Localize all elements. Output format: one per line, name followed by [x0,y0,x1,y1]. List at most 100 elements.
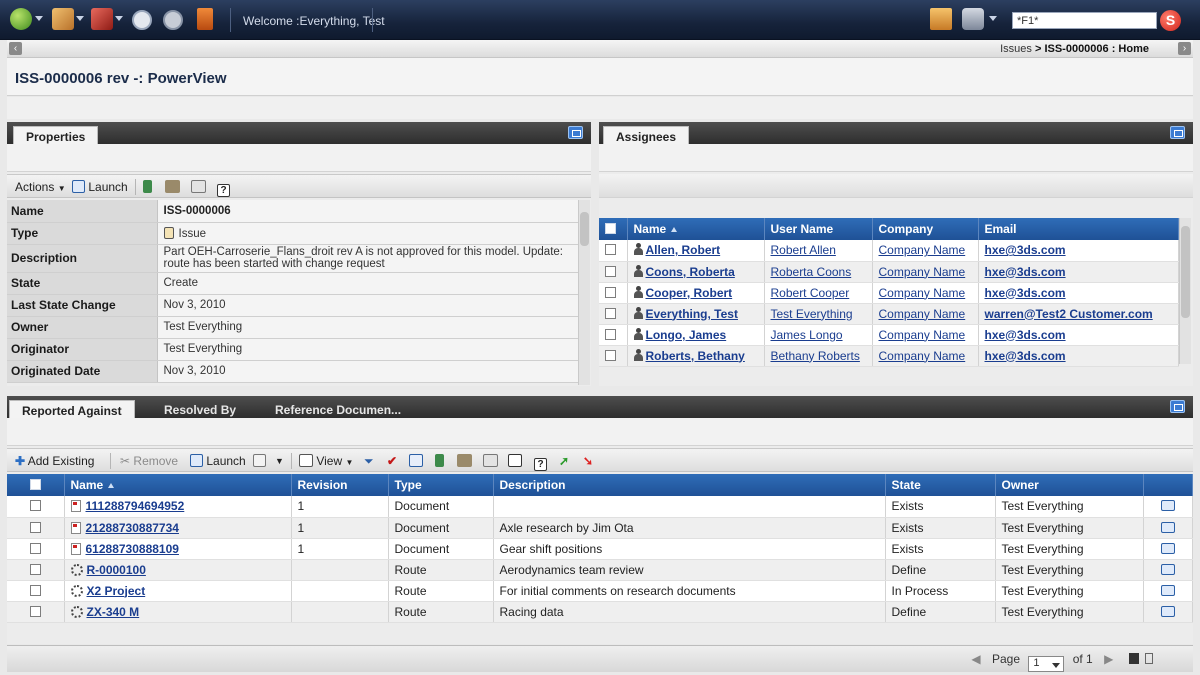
multi-view-icon[interactable] [1145,653,1153,664]
company-link[interactable]: Company Name [879,328,966,342]
chevron-down-icon[interactable] [35,16,43,21]
single-view-icon[interactable] [1128,653,1139,664]
open-window-icon[interactable] [1160,542,1175,554]
row-checkbox[interactable] [605,286,616,298]
column-header-company[interactable]: Company [872,218,979,240]
row-checkbox[interactable] [30,500,41,512]
row-checkbox[interactable] [605,244,616,256]
tab-assignees[interactable]: Assignees [603,126,690,144]
open-window-icon[interactable] [1160,500,1175,512]
binoculars-icon[interactable] [962,8,984,30]
assignees-scrollbar[interactable] [1179,218,1191,364]
tools-icon[interactable] [52,8,74,30]
row-checkbox[interactable] [605,349,616,361]
scrollbar-thumb[interactable] [580,212,589,246]
chevron-down-icon[interactable] [989,16,997,21]
username-link[interactable]: James Longo [771,328,843,342]
column-header-state[interactable]: State [885,474,996,496]
email-link[interactable]: warren@Test2 Customer.com [985,307,1153,321]
export-icon[interactable] [191,180,206,194]
row-checkbox[interactable] [30,521,41,533]
previous-page-icon[interactable]: ◀ [971,652,980,666]
next-page-icon[interactable]: ▶ [1104,652,1113,666]
assignee-name-link[interactable]: Cooper, Robert [646,286,733,300]
assignee-name-link[interactable]: Allen, Robert [646,243,721,257]
row-checkbox[interactable] [605,307,616,319]
actions-icon[interactable] [91,8,113,30]
item-name-link[interactable]: 21288730887734 [86,521,179,535]
email-link[interactable]: hxe@3ds.com [985,243,1066,257]
email-link[interactable]: hxe@3ds.com [985,286,1066,300]
open-window-icon[interactable] [1160,521,1175,533]
email-link[interactable]: hxe@3ds.com [985,265,1066,279]
row-checkbox[interactable] [30,542,41,554]
view-menu[interactable]: View ▼ [299,454,353,468]
remove-button[interactable]: ✂ Remove [120,454,178,468]
company-link[interactable]: Company Name [879,243,966,257]
username-link[interactable]: Robert Allen [771,243,836,257]
column-header-name[interactable]: Name [64,474,292,496]
open-window-icon[interactable] [1160,584,1175,596]
select-all-checkbox[interactable] [30,479,41,490]
back-icon[interactable] [132,10,152,30]
sort-icon[interactable] [508,454,522,468]
row-checkbox[interactable] [30,605,41,617]
company-link[interactable]: Company Name [879,265,966,279]
select-all-checkbox[interactable] [605,223,616,234]
item-name-link[interactable]: 61288730888109 [86,542,179,556]
help-icon[interactable]: ? [534,454,547,471]
help-icon[interactable]: ? [217,180,230,197]
column-header-email[interactable]: Email [978,218,1179,240]
column-header-name[interactable]: Name [627,218,765,240]
row-checkbox[interactable] [605,328,616,340]
breadcrumb-item-issues[interactable]: Issues [1000,43,1032,55]
search-input[interactable] [1012,12,1157,29]
item-name-link[interactable]: R-0000100 [87,563,146,577]
email-link[interactable]: hxe@3ds.com [985,328,1066,342]
company-link[interactable]: Company Name [879,349,966,363]
assignee-name-link[interactable]: Longo, James [646,328,727,342]
launch-button[interactable]: Launch [72,180,128,194]
tab-reported-against[interactable]: Reported Against [9,400,135,418]
chevron-down-icon[interactable]: ▼ [275,456,284,466]
username-link[interactable]: Robert Cooper [771,286,850,300]
row-checkbox[interactable] [30,563,41,575]
open-window-icon[interactable] [1160,563,1175,575]
maximize-icon[interactable] [568,126,583,139]
row-checkbox[interactable] [605,265,616,277]
print-icon[interactable] [457,454,472,468]
checkmark-icon[interactable]: ✔ [387,454,397,468]
collapse-left-icon[interactable]: ‹ [9,42,22,55]
demote-icon[interactable]: ➘ [583,454,593,468]
assignee-name-link[interactable]: Coons, Roberta [646,265,735,279]
company-link[interactable]: Company Name [879,286,966,300]
username-link[interactable]: Bethany Roberts [771,349,860,363]
username-link[interactable]: Test Everything [771,307,853,321]
assignee-name-link[interactable]: Roberts, Bethany [646,349,745,363]
copy-icon[interactable] [253,454,266,468]
email-link[interactable]: hxe@3ds.com [985,349,1066,363]
collapse-right-icon[interactable]: › [1178,42,1191,55]
row-checkbox[interactable] [30,584,41,596]
promote-icon[interactable]: ➚ [559,454,569,468]
page-select[interactable]: 1 [1028,656,1065,672]
bookmark-icon[interactable] [435,454,444,468]
maximize-icon[interactable] [1170,400,1185,413]
print-icon[interactable] [165,180,180,194]
forward-icon[interactable] [163,10,183,30]
item-name-link[interactable]: ZX-340 M [87,605,140,619]
item-name-link[interactable]: 111288794694952 [86,499,185,513]
compass-icon[interactable] [10,8,32,30]
tab-reference-documents[interactable]: Reference Documen... [263,400,413,418]
maximize-icon[interactable] [1170,126,1185,139]
compare-icon[interactable] [409,454,423,468]
item-name-link[interactable]: X2 Project [87,584,146,598]
username-link[interactable]: Roberta Coons [771,265,852,279]
assignee-name-link[interactable]: Everything, Test [646,307,738,321]
export-icon[interactable] [483,454,498,468]
company-link[interactable]: Company Name [879,307,966,321]
launch-button[interactable]: Launch [190,454,246,468]
column-header-type[interactable]: Type [388,474,494,496]
filter-icon[interactable]: ⏷ [364,454,374,469]
brand-logo-icon[interactable]: S [1160,10,1181,31]
